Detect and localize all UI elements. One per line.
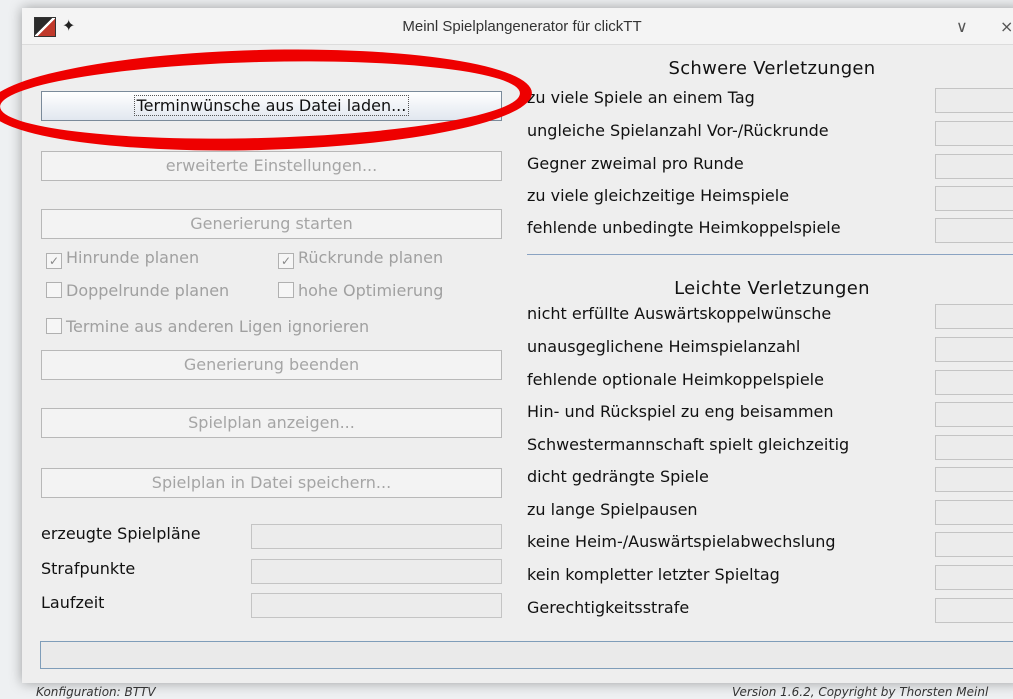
light-value-field [935,304,1013,329]
checkbox-optimierung-label: hohe Optimierung [298,281,444,300]
checkbox-doppelrunde[interactable]: Doppelrunde planen [46,281,229,300]
light-item: Gerechtigkeitsstrafe [527,598,690,617]
checkbox-ignore-other-leagues[interactable]: Termine aus anderen Ligen ignorieren [46,317,369,336]
light-item: dicht gedrängte Spiele [527,467,709,486]
checkbox-ignore-label: Termine aus anderen Ligen ignorieren [66,317,370,336]
light-item: keine Heim-/Auswärtspielabwechslung [527,532,836,551]
close-button[interactable]: × [1000,17,1013,36]
severe-item: Gegner zweimal pro Runde [527,154,744,173]
checkbox-rueckrunde-label: Rückrunde planen [298,248,444,267]
checkbox-hinrunde-label: Hinrunde planen [66,248,200,267]
show-schedule-button[interactable]: Spielplan anzeigen... [41,408,502,438]
checkbox-doppelrunde-label: Doppelrunde planen [66,281,230,300]
light-violations-title: Leichte Verletzungen [674,278,870,299]
checkbox-hinrunde[interactable]: ✓ Hinrunde planen [46,248,199,269]
status-bar [40,641,1013,669]
severe-value-field [935,88,1013,113]
checkbox-rueckrunde[interactable]: ✓ Rückrunde planen [278,248,443,269]
light-item: zu lange Spielpausen [527,500,698,519]
load-preferences-button[interactable]: Terminwünsche aus Datei laden... [41,91,502,121]
section-divider [527,254,1013,255]
runtime-label: Laufzeit [41,593,105,612]
checkbox-checked-icon: ✓ [278,253,294,269]
generated-plans-label: erzeugte Spielpläne [41,524,201,543]
minimize-button[interactable]: ∨ [956,17,968,36]
save-schedule-button[interactable]: Spielplan in Datei speichern... [41,468,502,498]
checkbox-unchecked-icon [46,282,62,298]
configuration-label: Konfiguration: BTTV [36,685,156,699]
light-item: Hin- und Rückspiel zu eng beisammen [527,402,834,421]
severe-item: zu viele gleichzeitige Heimspiele [527,186,790,205]
checkbox-unchecked-icon [46,318,62,334]
severe-value-field [935,121,1013,146]
light-item: fehlende optionale Heimkoppelspiele [527,370,824,389]
light-item: Schwestermannschaft spielt gleichzeitig [527,435,850,454]
light-value-field [935,598,1013,623]
severe-value-field [935,218,1013,243]
light-value-field [935,402,1013,427]
generated-plans-field [251,524,502,549]
checkbox-unchecked-icon [278,282,294,298]
light-item: unausgeglichene Heimspielanzahl [527,337,801,356]
start-generation-button[interactable]: Generierung starten [41,209,502,239]
light-item: nicht erfüllte Auswärtskoppelwünsche [527,304,832,323]
main-content: Terminwünsche aus Datei laden... erweite… [22,44,1013,699]
light-item: kein kompletter letzter Spieltag [527,565,780,584]
light-value-field [935,435,1013,460]
light-value-field [935,337,1013,362]
load-preferences-label: Terminwünsche aus Datei laden... [133,95,410,116]
light-value-field [935,500,1013,525]
checkbox-optimierung[interactable]: hohe Optimierung [278,281,443,300]
title-bar: ✦ Meinl Spielplangenerator für clickTT ∨… [22,8,1013,45]
penalty-points-field [251,559,502,584]
severe-violations-title: Schwere Verletzungen [668,58,876,79]
stop-generation-button[interactable]: Generierung beenden [41,350,502,380]
runtime-field [251,593,502,618]
light-value-field [935,467,1013,492]
light-value-field [935,565,1013,590]
severe-item: zu viele Spiele an einem Tag [527,88,755,107]
checkbox-checked-icon: ✓ [46,253,62,269]
light-value-field [935,370,1013,395]
severe-item: fehlende unbedingte Heimkoppelspiele [527,218,841,237]
severe-item: ungleiche Spielanzahl Vor-/Rückrunde [527,121,829,140]
app-window: ✦ Meinl Spielplangenerator für clickTT ∨… [22,8,1013,699]
severe-value-field [935,186,1013,211]
advanced-settings-button[interactable]: erweiterte Einstellungen... [41,151,502,181]
light-value-field [935,532,1013,557]
penalty-points-label: Strafpunkte [41,559,136,578]
severe-value-field [935,154,1013,179]
version-label: Version 1.6.2, Copyright by Thorsten Mei… [732,685,989,699]
window-title: Meinl Spielplangenerator für clickTT [402,18,642,35]
